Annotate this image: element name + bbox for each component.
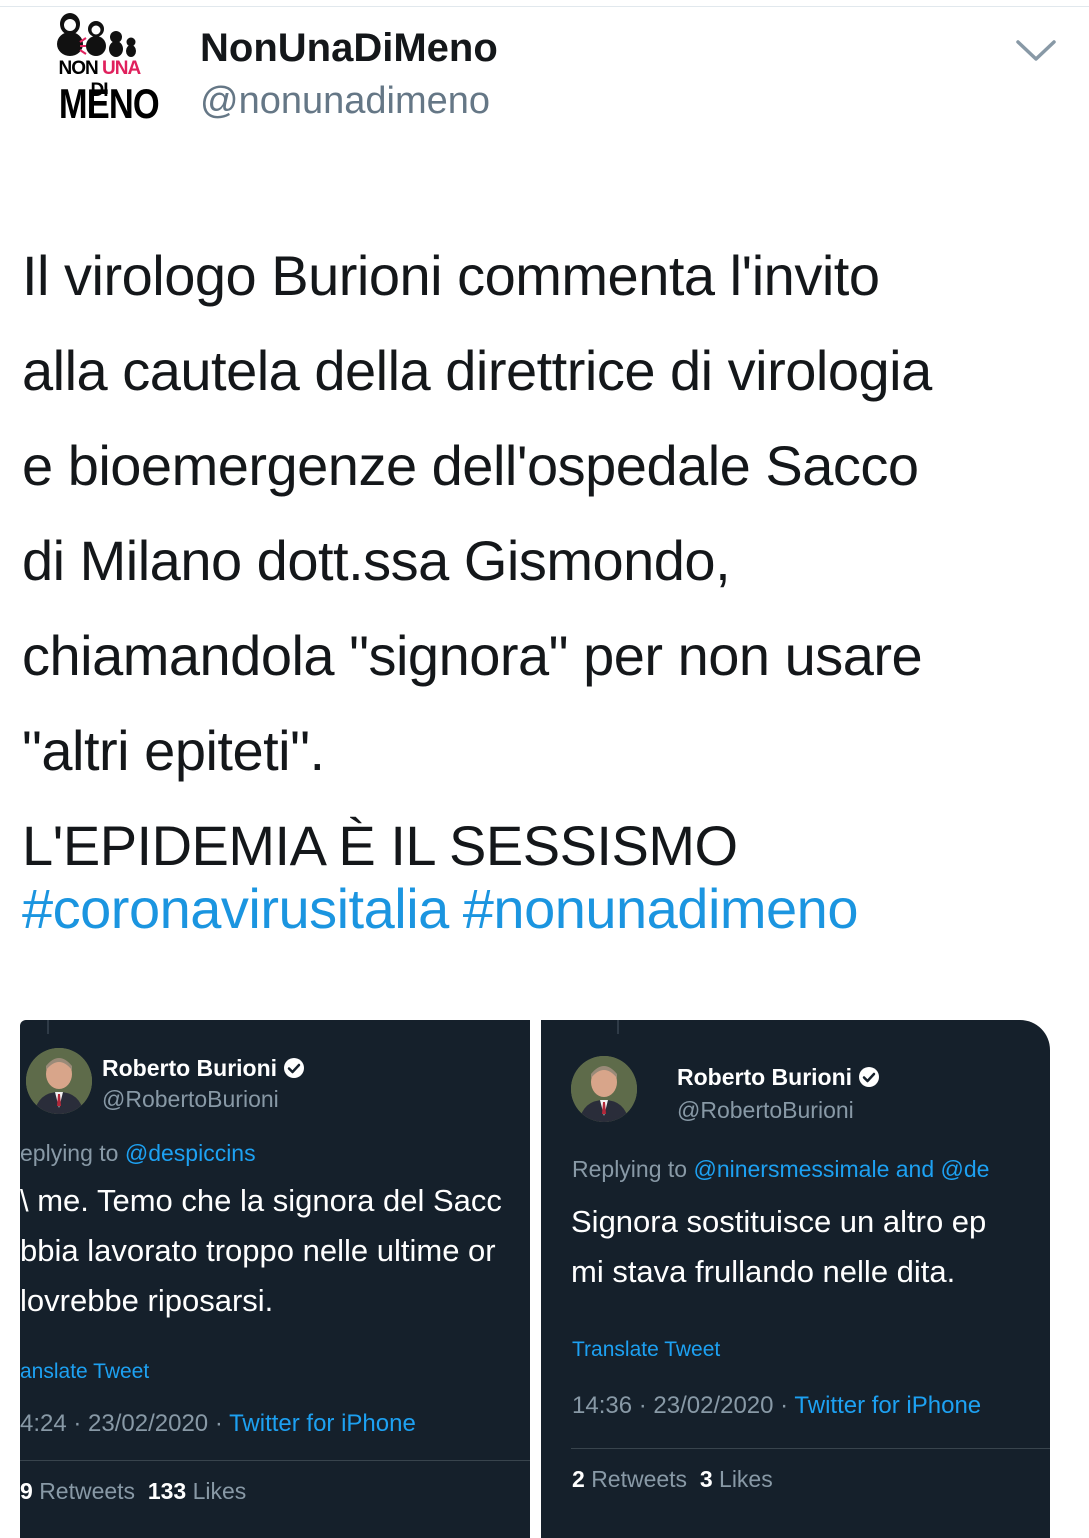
avatar [26,1048,92,1114]
hashtag-link[interactable]: #coronavirusitalia [22,877,449,940]
embedded-stats: 9 Retweets 133 Likes [20,1478,247,1504]
embedded-timestamp: 4:24 · 23/02/2020 · Twitter for iPhone [20,1410,416,1437]
verified-badge-icon [859,1067,880,1087]
tweet-text: Il virologo Burioni commenta l'invito al… [22,228,1082,893]
replying-to: Replying to @ninersmessimale and @de [572,1156,990,1182]
thread-line [47,1020,49,1034]
embedded-tweet-text: \ me. Temo che la signora del Sacc bbia … [20,1183,502,1318]
translate-tweet-link: Translate Tweet [572,1338,721,1361]
verified-badge-icon [284,1058,305,1078]
tweet-line: "altri epiteti". [22,719,325,782]
embedded-author-handle: @RobertoBurioni [677,1097,854,1123]
replying-to: eplying to @despiccins [20,1140,256,1166]
attached-image-1[interactable]: Roberto Burioni @RobertoBurioni eplying … [20,1020,530,1538]
hashtag-link[interactable]: #nonunadimeno [463,877,859,940]
avatar [571,1056,637,1122]
chevron-down-icon[interactable] [1012,32,1060,68]
top-divider [0,6,1089,7]
tweet-line: Il virologo Burioni commenta l'invito [22,244,880,307]
tweet-line: di Milano dott.ssa Gismondo, [22,529,731,592]
embedded-author-name: Roberto Burioni [677,1064,880,1091]
author-avatar-logo[interactable]: NON UNA DI MENO [50,12,160,130]
matryoshka-dolls-icon [57,13,136,57]
author-handle[interactable]: @nonunadimeno [200,80,490,123]
logo-wordmark-bottom: MENO [58,80,160,127]
tweet-line: e bioemergenze dell'ospedale Sacco [22,434,919,497]
attached-image-2[interactable]: Roberto Burioni @RobertoBurioni Replying… [541,1020,1050,1538]
embedded-author-name: Roberto Burioni [102,1055,305,1082]
tweet-hashtags: #coronavirusitalia #nonunadimeno [22,876,872,941]
person-photo-icon [26,1048,92,1114]
embedded-stats: 2 Retweets 3 Likes [572,1466,773,1492]
tweet-line: chiamandola "signora" per non usare [22,624,923,687]
embedded-author-handle: @RobertoBurioni [102,1086,279,1112]
person-photo-icon [571,1056,637,1122]
embedded-timestamp: 14:36 · 23/02/2020 · Twitter for iPhone [572,1392,982,1419]
tweet-line: alla cautela della direttrice di virolog… [22,339,932,402]
author-display-name[interactable]: NonUnaDiMeno [200,26,498,71]
embedded-divider [20,1460,530,1461]
embedded-divider [571,1448,1050,1449]
thread-line [617,1020,619,1034]
translate-tweet-link: anslate Tweet [20,1360,150,1383]
embedded-tweet-text: Signora sostituisce un altro ep mi stava… [571,1204,987,1289]
